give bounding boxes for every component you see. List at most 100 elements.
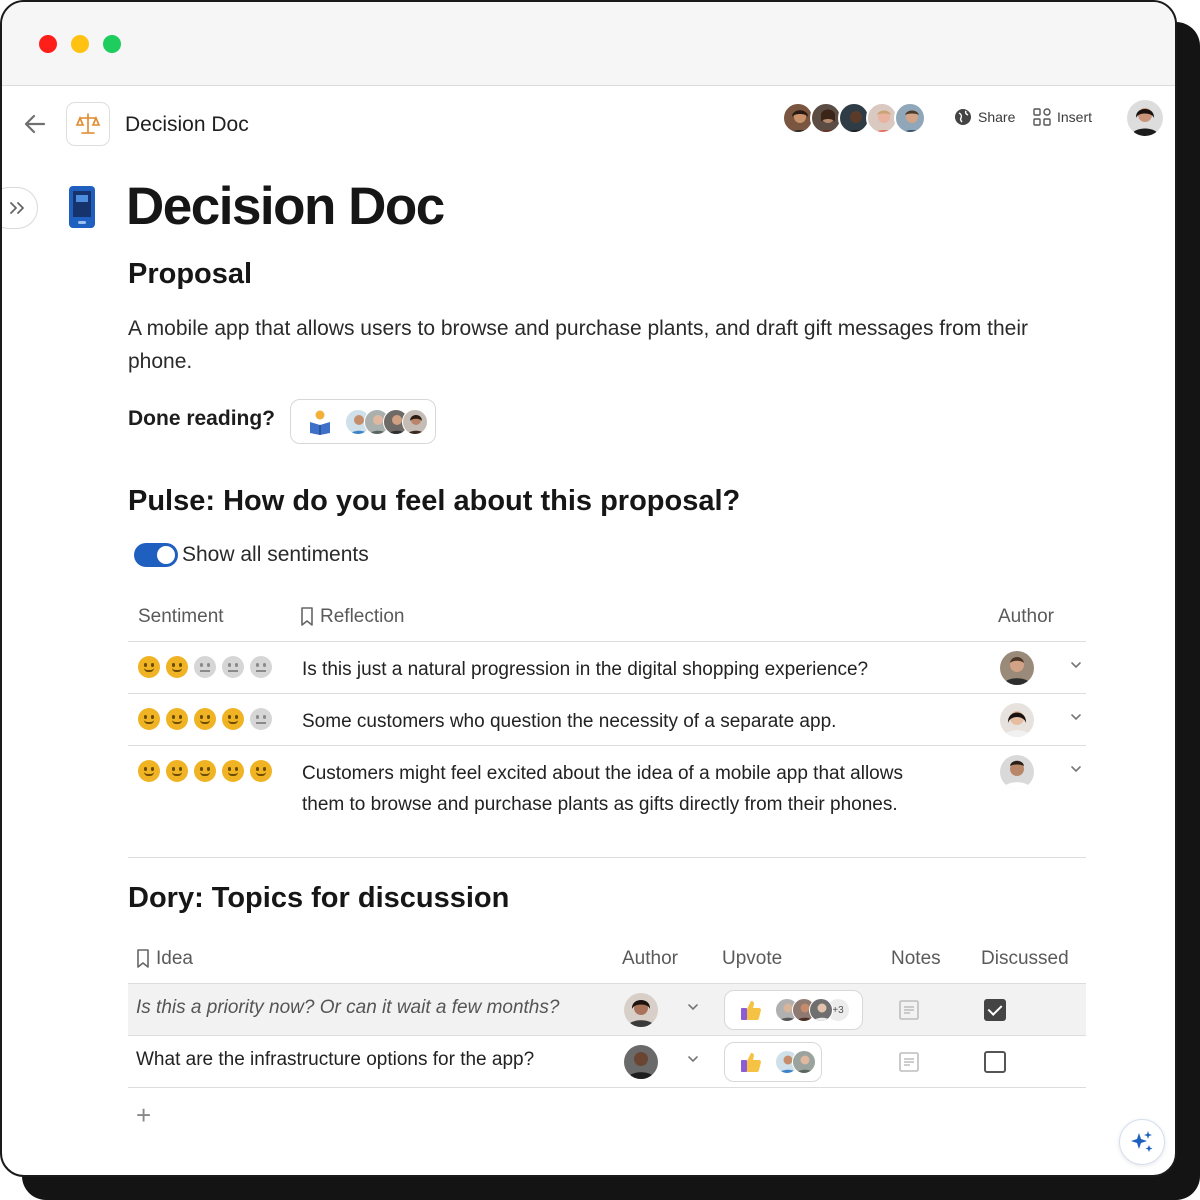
table-row[interactable]: Is this just a natural progression in th… bbox=[128, 642, 1086, 694]
smiley-icon[interactable] bbox=[250, 656, 272, 678]
scales-icon bbox=[75, 113, 101, 134]
show-sentiments-label: Show all sentiments bbox=[182, 543, 369, 566]
column-header-discussed[interactable]: Discussed bbox=[981, 948, 1069, 970]
back-arrow-icon[interactable] bbox=[22, 112, 48, 136]
upvote-button[interactable] bbox=[724, 1042, 822, 1082]
share-button[interactable]: Share bbox=[954, 108, 1015, 126]
current-user-avatar[interactable] bbox=[1127, 100, 1163, 136]
sentiment-rating[interactable] bbox=[138, 708, 272, 730]
column-header-notes[interactable]: Notes bbox=[891, 948, 941, 970]
share-label: Share bbox=[978, 109, 1016, 125]
column-header-author[interactable]: Author bbox=[998, 606, 1054, 628]
smiley-icon[interactable] bbox=[194, 760, 216, 782]
doc-name[interactable]: Decision Doc bbox=[125, 113, 249, 137]
reflection-text[interactable]: Is this just a natural progression in th… bbox=[302, 654, 942, 685]
smiley-icon[interactable] bbox=[166, 708, 188, 730]
avatar bbox=[402, 408, 428, 435]
table-row[interactable]: What are the infrastructure options for … bbox=[128, 1036, 1086, 1088]
smiley-icon[interactable] bbox=[194, 656, 216, 678]
done-reading-label: Done reading? bbox=[128, 407, 276, 430]
reading-person-icon bbox=[310, 410, 330, 435]
show-sentiments-toggle-row[interactable]: Show all sentiments bbox=[134, 543, 369, 567]
smiley-icon[interactable] bbox=[166, 760, 188, 782]
column-header-upvote[interactable]: Upvote bbox=[722, 948, 782, 970]
table-header: Sentiment Reflection Author bbox=[128, 600, 1086, 642]
chevron-down-icon[interactable] bbox=[686, 1052, 700, 1066]
author-avatar[interactable] bbox=[1000, 703, 1034, 737]
collaborator-avatars[interactable] bbox=[782, 102, 926, 136]
smiley-icon[interactable] bbox=[194, 708, 216, 730]
author-avatar[interactable] bbox=[624, 1045, 658, 1079]
thumbs-up-icon bbox=[741, 1001, 761, 1020]
doc-icon-tile[interactable] bbox=[66, 102, 110, 146]
doc-toolbar: Decision Doc Share Insert bbox=[2, 86, 1175, 162]
notes-icon[interactable] bbox=[898, 999, 920, 1021]
sentiment-rating[interactable] bbox=[138, 656, 272, 678]
close-window-button[interactable] bbox=[39, 35, 57, 53]
chevron-down-icon[interactable] bbox=[1069, 658, 1083, 672]
idea-text[interactable]: Is this a priority now? Or can it wait a… bbox=[136, 997, 559, 1019]
discussed-checkbox[interactable] bbox=[984, 1051, 1006, 1073]
column-header-sentiment[interactable]: Sentiment bbox=[138, 606, 224, 628]
thumbs-up-icon bbox=[741, 1053, 761, 1072]
column-header-idea[interactable]: Idea bbox=[136, 948, 193, 970]
reflection-text[interactable]: Customers might feel excited about the i… bbox=[302, 758, 942, 820]
title-bar bbox=[2, 2, 1175, 86]
upvoter-avatars bbox=[775, 1050, 816, 1074]
chevron-down-icon[interactable] bbox=[1069, 762, 1083, 776]
double-chevron-right-icon bbox=[10, 202, 24, 214]
smiley-icon[interactable] bbox=[138, 708, 160, 730]
table-row[interactable]: Some customers who question the necessit… bbox=[128, 694, 1086, 746]
topics-table: Idea Author Upvote Notes Discussed Is th… bbox=[128, 942, 1086, 1088]
author-avatar[interactable] bbox=[1000, 755, 1034, 789]
minimize-window-button[interactable] bbox=[71, 35, 89, 53]
smiley-icon[interactable] bbox=[222, 760, 244, 782]
table-row[interactable]: Customers might feel excited about the i… bbox=[128, 746, 1086, 858]
table-header: Idea Author Upvote Notes Discussed bbox=[128, 942, 1086, 984]
page-title[interactable]: Decision Doc bbox=[126, 176, 445, 237]
column-header-author[interactable]: Author bbox=[622, 948, 678, 970]
app-window: Decision Doc Share Insert Decision Doc P… bbox=[0, 0, 1177, 1177]
notes-icon[interactable] bbox=[898, 1051, 920, 1073]
globe-icon bbox=[955, 109, 971, 125]
bookmark-icon bbox=[137, 949, 149, 968]
column-header-reflection[interactable]: Reflection bbox=[300, 606, 405, 628]
show-sentiments-switch[interactable] bbox=[134, 543, 178, 567]
upvote-button[interactable]: +3 bbox=[724, 990, 863, 1030]
maximize-window-button[interactable] bbox=[103, 35, 121, 53]
dory-heading[interactable]: Dory: Topics for discussion bbox=[128, 882, 509, 915]
avatar bbox=[809, 998, 833, 1022]
smiley-icon[interactable] bbox=[222, 656, 244, 678]
author-avatar[interactable] bbox=[1000, 651, 1034, 685]
smiley-icon[interactable] bbox=[222, 708, 244, 730]
smiley-icon[interactable] bbox=[166, 656, 188, 678]
idea-text[interactable]: What are the infrastructure options for … bbox=[136, 1049, 534, 1071]
sentiment-rating[interactable] bbox=[138, 760, 272, 782]
smiley-icon[interactable] bbox=[138, 760, 160, 782]
expand-sidebar-button[interactable] bbox=[2, 187, 38, 229]
avatar[interactable] bbox=[894, 102, 926, 134]
proposal-text[interactable]: A mobile app that allows users to browse… bbox=[128, 312, 1068, 378]
bookmark-icon bbox=[301, 607, 313, 626]
discussed-checkbox[interactable] bbox=[984, 999, 1006, 1021]
reflection-text[interactable]: Some customers who question the necessit… bbox=[302, 706, 942, 737]
smiley-icon[interactable] bbox=[250, 708, 272, 730]
add-row-button[interactable]: + bbox=[136, 1100, 151, 1131]
chevron-down-icon[interactable] bbox=[1069, 710, 1083, 724]
proposal-heading[interactable]: Proposal bbox=[128, 258, 252, 291]
upvoter-avatars: +3 bbox=[775, 998, 850, 1022]
avatar bbox=[792, 1050, 816, 1074]
done-reading-button[interactable] bbox=[290, 399, 436, 444]
author-avatar[interactable] bbox=[624, 993, 658, 1027]
insert-button[interactable]: Insert bbox=[1033, 108, 1092, 126]
smiley-icon[interactable] bbox=[138, 656, 160, 678]
chevron-down-icon[interactable] bbox=[686, 1000, 700, 1014]
mobile-phone-icon[interactable] bbox=[68, 185, 96, 234]
smiley-icon[interactable] bbox=[250, 760, 272, 782]
sentiment-table: Sentiment Reflection Author Is this just… bbox=[128, 600, 1086, 858]
insert-label: Insert bbox=[1057, 109, 1093, 125]
ai-assistant-button[interactable] bbox=[1119, 1119, 1165, 1165]
table-row[interactable]: Is this a priority now? Or can it wait a… bbox=[128, 984, 1086, 1036]
pulse-heading[interactable]: Pulse: How do you feel about this propos… bbox=[128, 485, 740, 518]
readers-avatars[interactable] bbox=[345, 408, 428, 435]
